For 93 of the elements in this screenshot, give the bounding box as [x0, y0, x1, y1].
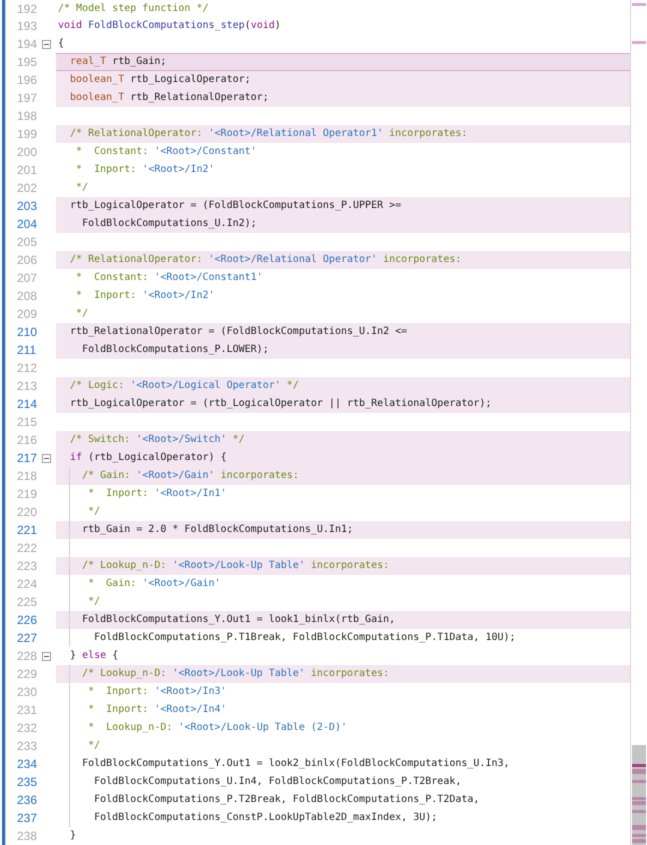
code-text: /* Logic: '<Root>/Logical Operator' */: [69, 379, 299, 393]
line-number: 202: [17, 180, 38, 197]
code-text: {: [58, 37, 64, 51]
line-number: 223: [17, 558, 38, 575]
code-text: /* RelationalOperator: '<Root>/Relational Operator' incorporates:: [69, 253, 462, 267]
line-number: 222: [17, 540, 38, 557]
code-text: rtb_LogicalOperator = (rtb_LogicalOperator || rtb_RelationalOperator);: [69, 397, 492, 411]
line-number: 212: [17, 360, 38, 377]
line-number: 229: [17, 666, 38, 683]
code-text: /* RelationalOperator: '<Root>/Relational Operator1' incorporates:: [69, 127, 468, 141]
line-number[interactable]: 235: [17, 773, 39, 791]
line-number: 219: [17, 486, 38, 503]
code-text: * Inport: '<Root>/In2': [75, 289, 215, 303]
code-text: FoldBlockComputations_ConstP.LookUpTable2D_maxIndex, 3U);: [93, 811, 438, 825]
line-number: 225: [17, 594, 38, 611]
code-text: * Inport: '<Root>/In4': [87, 703, 227, 717]
line-number: 218: [17, 468, 38, 485]
line-number[interactable]: 221: [17, 521, 39, 539]
line-number: 238: [17, 828, 38, 845]
code-text: /* Lookup_n-D: '<Root>/Look-Up Table' incorporates:: [81, 667, 390, 681]
code-text: * Inport: '<Root>/In1': [87, 487, 227, 501]
line-number: 231: [17, 702, 38, 719]
line-number: 216: [17, 432, 38, 449]
line-number: 232: [17, 720, 38, 737]
code-text: /* Switch: '<Root>/Switch' */: [69, 433, 245, 447]
code-text: FoldBlockComputations_Y.Out1 = look1_binlx(rtb_Gain,: [81, 613, 396, 627]
line-number: 205: [17, 234, 38, 251]
overview-ruler-drawing[interactable]: [631, 0, 647, 845]
code-text: */: [87, 595, 100, 609]
line-number: 208: [17, 288, 38, 305]
code-text: FoldBlockComputations_P.T1Break, FoldBlockComputations_P.T1Data, 10U);: [93, 631, 516, 645]
code-text: */: [75, 181, 88, 195]
line-number[interactable]: 217: [17, 449, 39, 467]
code-text: * Lookup_n-D: '<Root>/Look-Up Table (2-D)': [87, 721, 347, 735]
code-text: rtb_Gain = 2.0 * FoldBlockComputations_U.In1;: [81, 523, 354, 537]
line-number: 198: [17, 108, 38, 125]
line-number: 201: [17, 162, 38, 179]
line-number: 224: [17, 576, 38, 593]
code-text: rtb_RelationalOperator = (FoldBlockComputations_U.In2 <=: [69, 325, 408, 339]
code-text: boolean_T rtb_RelationalOperator;: [69, 91, 269, 105]
code-text: FoldBlockComputations_P.LOWER);: [81, 343, 269, 357]
code-text: /* Model step function */: [58, 2, 209, 16]
code-text: void FoldBlockComputations_step(void): [58, 19, 281, 33]
line-number: 194: [17, 36, 38, 53]
line-number: 220: [17, 504, 38, 521]
line-number: 206: [17, 252, 38, 269]
line-number[interactable]: 214: [17, 395, 39, 413]
line-number[interactable]: 204: [17, 215, 39, 233]
collapse-icon[interactable]: [42, 40, 51, 48]
code-text: FoldBlockComputations_U.In2);: [81, 217, 257, 231]
collapse-icon[interactable]: [42, 454, 51, 462]
collapse-icon[interactable]: [42, 652, 51, 660]
line-number[interactable]: 236: [17, 791, 39, 809]
line-number: 228: [17, 648, 38, 665]
line-number: 233: [17, 738, 38, 755]
line-number[interactable]: 203: [17, 197, 39, 215]
line-number[interactable]: 234: [17, 755, 39, 773]
code-text: /* Gain: '<Root>/Gain' incorporates:: [81, 469, 299, 483]
code-text: if (rtb_LogicalOperator) {: [69, 451, 227, 465]
line-number: 195: [17, 54, 38, 71]
code-text: } else {: [69, 649, 118, 663]
code-text: */: [75, 307, 88, 321]
line-number[interactable]: 226: [17, 611, 39, 629]
code-text: }: [69, 829, 76, 843]
line-number: 200: [17, 144, 38, 161]
code-text: * Gain: '<Root>/Gain': [87, 577, 221, 591]
code-text: rtb_LogicalOperator = (FoldBlockComputations_P.UPPER >=: [69, 199, 402, 213]
line-number: 196: [17, 72, 38, 89]
code-text: FoldBlockComputations_U.In4, FoldBlockComputations_P.T2Break,: [93, 775, 462, 789]
line-number: 213: [17, 378, 38, 395]
code-text: */: [87, 739, 100, 753]
line-number: 207: [17, 270, 38, 287]
line-number: 197: [17, 90, 38, 107]
line-number: 230: [17, 684, 38, 701]
line-number: 215: [17, 414, 38, 431]
code-text: * Inport: '<Root>/In2': [75, 163, 215, 177]
line-number[interactable]: 211: [17, 341, 39, 359]
code-text: */: [87, 505, 100, 519]
code-text: * Constant: '<Root>/Constant': [75, 145, 257, 159]
code-text: FoldBlockComputations_P.T2Break, FoldBlockComputations_P.T2Data,: [93, 793, 480, 807]
line-number[interactable]: 227: [17, 629, 39, 647]
line-number: 199: [17, 126, 38, 143]
code-text: * Inport: '<Root>/In3': [87, 685, 227, 699]
code-text: /* Lookup_n-D: '<Root>/Look-Up Table' incorporates:: [81, 559, 390, 573]
code-text: * Constant: '<Root>/Constant1': [75, 271, 263, 285]
line-number: 192: [17, 0, 38, 18]
code-text: FoldBlockComputations_Y.Out1 = look2_binlx(FoldBlockComputations_U.In3,: [81, 757, 510, 771]
line-number: 193: [17, 18, 38, 35]
line-number: 209: [17, 306, 38, 323]
line-number[interactable]: 237: [17, 809, 39, 827]
line-number[interactable]: 210: [17, 323, 39, 341]
code-text: real_T rtb_Gain;: [69, 55, 166, 69]
code-text: boolean_T rtb_LogicalOperator;: [69, 73, 251, 87]
